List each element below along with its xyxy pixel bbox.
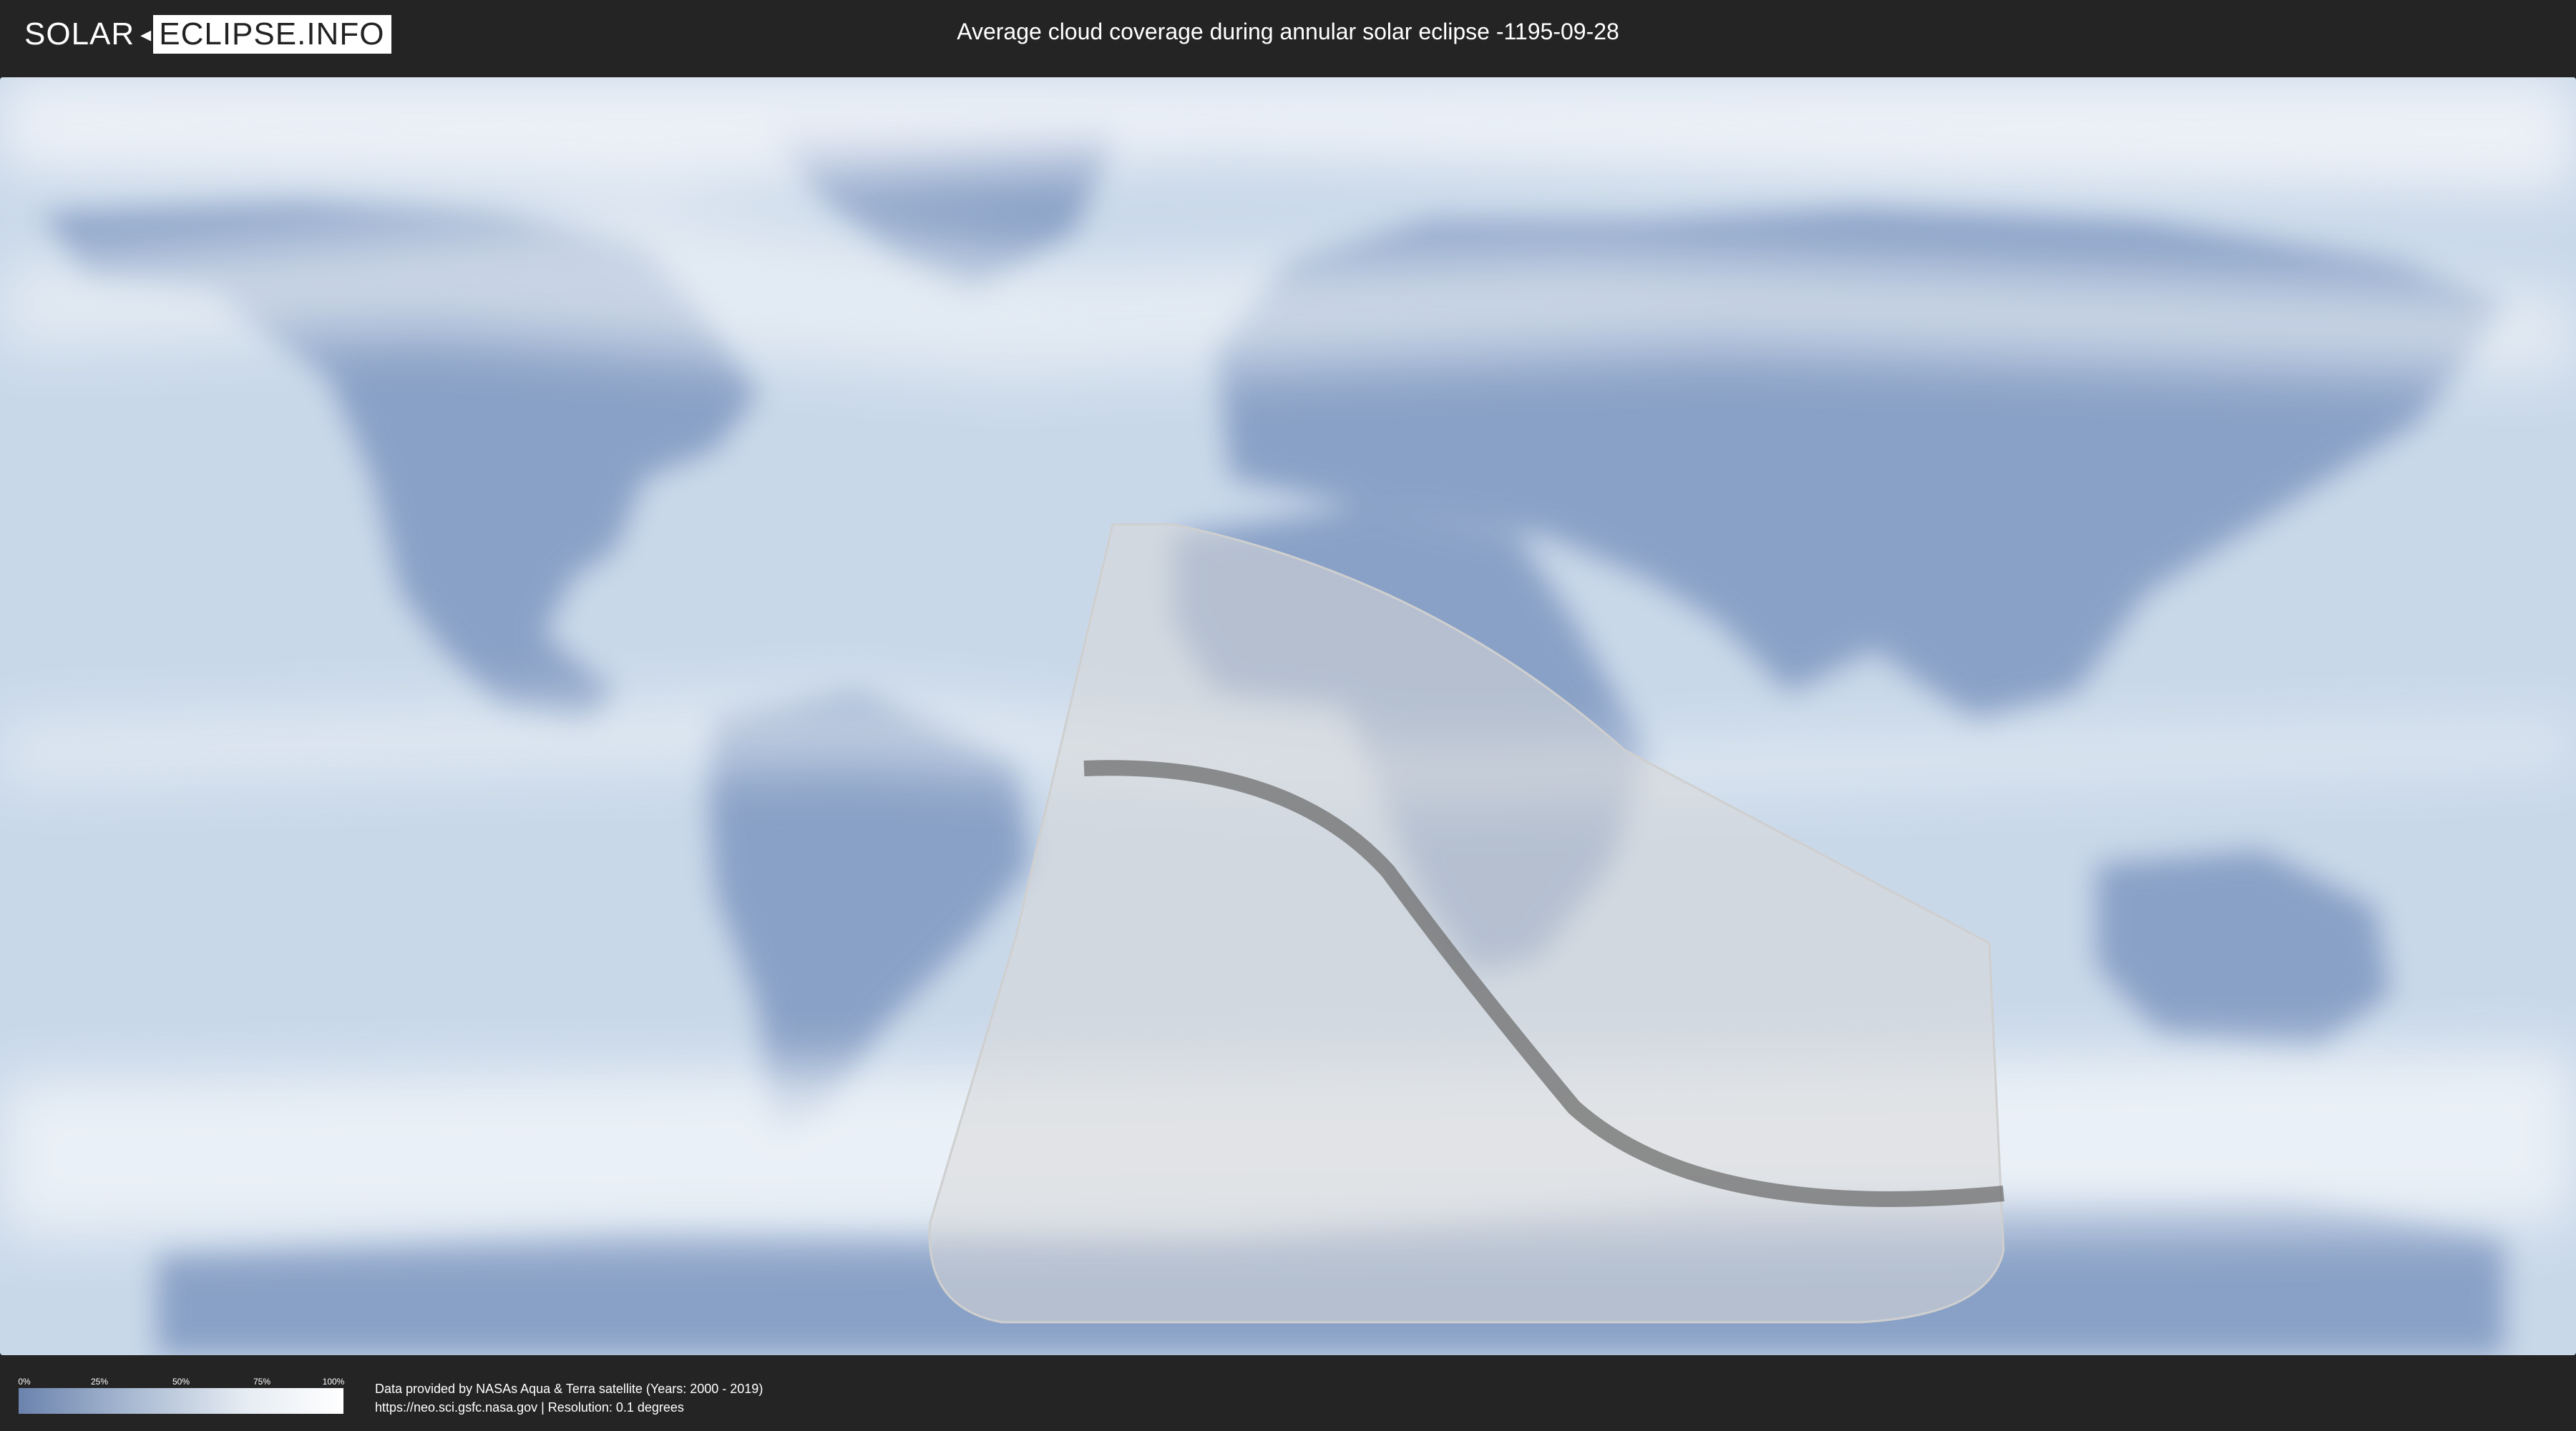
legend-tick: 75% [253,1377,271,1387]
footer: 0% 25% 50% 75% 100% Data provided by NAS… [0,1359,2576,1431]
legend-color-bar [19,1388,343,1414]
legend-tick: 50% [172,1377,190,1387]
cloud-coverage-legend: 0% 25% 50% 75% 100% [18,1377,345,1414]
cloud-coverage-map[interactable] [0,77,2576,1355]
credits-line-2: https://neo.sci.gsfc.nasa.gov | Resoluti… [375,1400,684,1415]
page: SOLAR ◂ ECLIPSE.INFO Average cloud cover… [0,0,2576,1431]
map-svg [0,77,2576,1355]
credits-line-1: Data provided by NASAs Aqua & Terra sate… [375,1382,763,1396]
legend-tick: 100% [322,1377,345,1387]
legend-ticks: 0% 25% 50% 75% 100% [18,1377,345,1388]
data-credits: Data provided by NASAs Aqua & Terra sate… [375,1379,763,1417]
header: SOLAR ◂ ECLIPSE.INFO Average cloud cover… [0,0,2576,72]
legend-tick: 25% [90,1377,109,1387]
page-title: Average cloud coverage during annular so… [957,19,1619,44]
legend-tick: 0% [18,1377,31,1387]
